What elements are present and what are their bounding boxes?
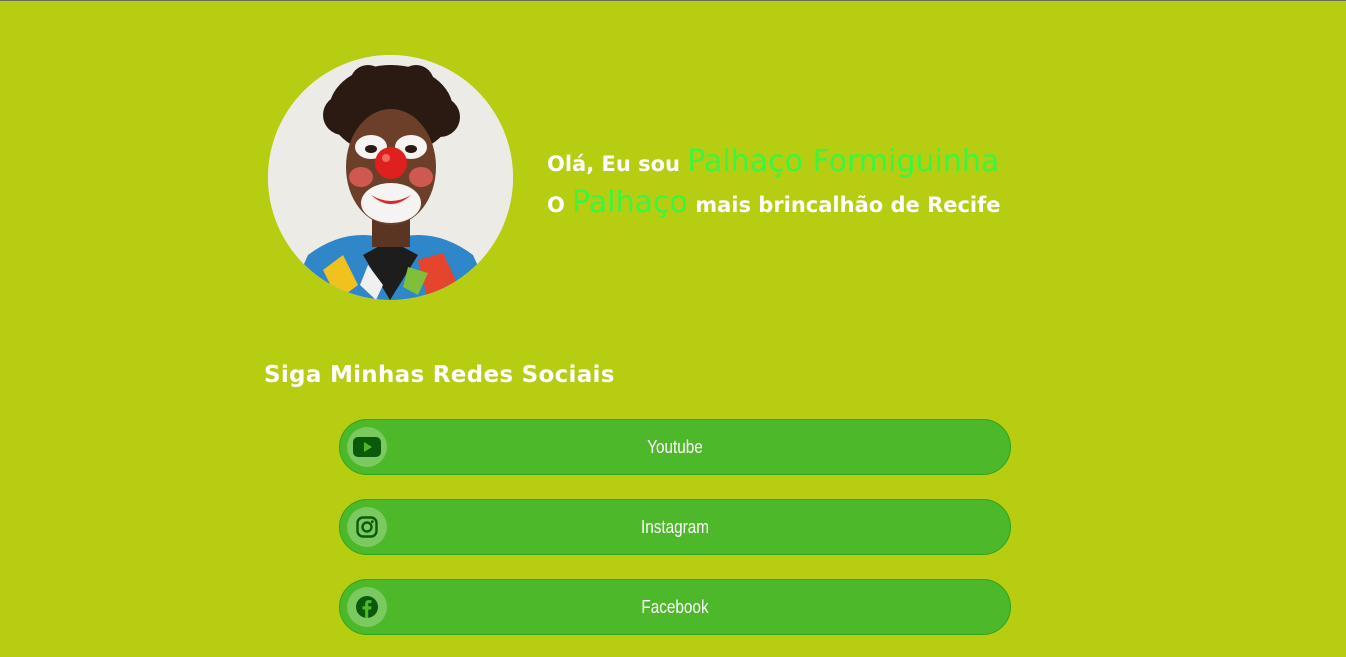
youtube-icon xyxy=(347,427,387,467)
profile-photo xyxy=(268,55,513,300)
facebook-button[interactable]: Facebook xyxy=(339,579,1011,635)
youtube-label: Youtube xyxy=(647,437,703,457)
social-section-title: Siga Minhas Redes Sociais xyxy=(264,362,615,388)
intro-line-1: Olá, Eu sou Palhaço Formiguinha xyxy=(547,141,1001,182)
facebook-icon xyxy=(347,587,387,627)
tagline-suffix: mais brincalhão de Recife xyxy=(695,193,1001,217)
facebook-label: Facebook xyxy=(641,597,709,617)
instagram-label: Instagram xyxy=(640,517,710,537)
clown-name: Palhaço Formiguinha xyxy=(687,144,1000,179)
instagram-button[interactable]: Instagram xyxy=(339,499,1011,555)
instagram-icon xyxy=(347,507,387,547)
tagline-highlight: Palhaço xyxy=(572,185,688,220)
tagline-prefix: O xyxy=(547,193,565,217)
intro-line-2: O Palhaço mais brincalhão de Recife xyxy=(547,182,1001,223)
youtube-button[interactable]: Youtube xyxy=(339,419,1011,475)
greeting-prefix: Olá, Eu sou xyxy=(547,152,680,176)
intro-text: Olá, Eu sou Palhaço Formiguinha O Palhaç… xyxy=(547,141,1001,223)
page: Olá, Eu sou Palhaço Formiguinha O Palhaç… xyxy=(0,0,1346,657)
